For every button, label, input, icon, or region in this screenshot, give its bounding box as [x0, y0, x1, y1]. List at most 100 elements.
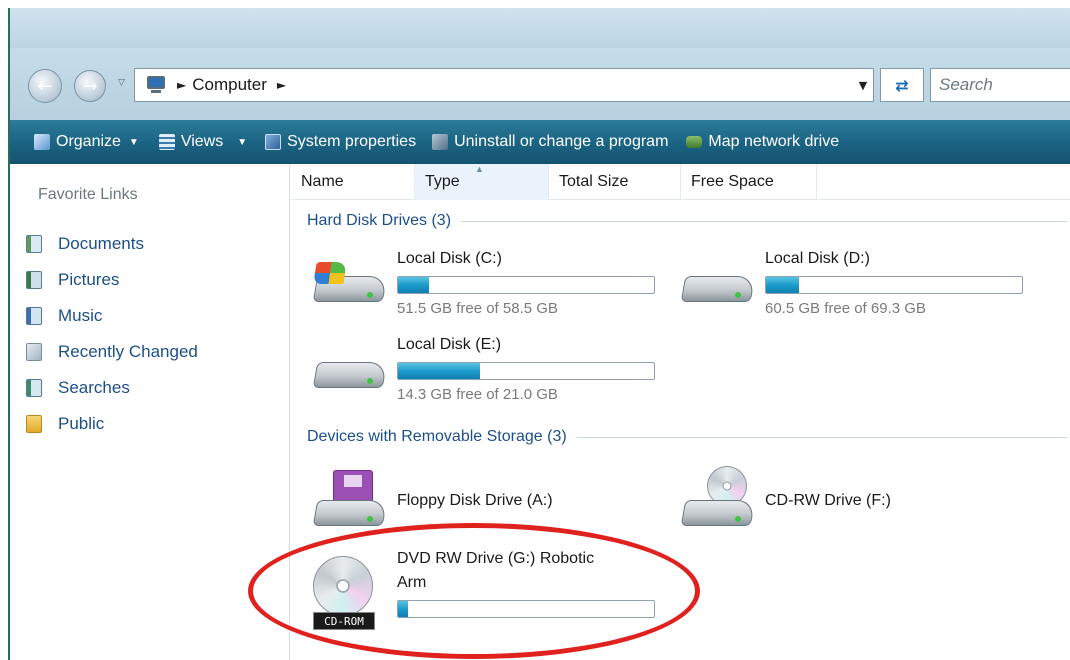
uninstall-program-button[interactable]: Uninstall or change a program [432, 133, 668, 151]
forward-arrow-icon: → [82, 75, 98, 97]
column-header-label: Total Size [559, 173, 629, 190]
drive-label: Floppy Disk Drive (A:) [397, 492, 553, 509]
nav-item-label: Pictures [58, 270, 120, 289]
group-divider [576, 436, 1067, 438]
sort-ascending-icon: ▲ [475, 164, 484, 174]
favorite-links-heading: Favorite Links [38, 186, 138, 203]
cd-drive-icon [677, 466, 756, 530]
nav-item-label: Public [58, 414, 105, 433]
uninstall-program-label: Uninstall or change a program [454, 133, 669, 150]
drive-usage-fill [398, 363, 480, 379]
music-icon [26, 307, 42, 325]
column-header-type[interactable]: ▲ Type [415, 164, 549, 200]
uninstall-program-icon [432, 134, 449, 150]
searches-icon [26, 379, 42, 397]
nav-item-documents[interactable]: Documents [26, 226, 198, 262]
address-dropdown-button[interactable]: ▼ [853, 69, 873, 101]
nav-item-label: Recently Changed [58, 342, 198, 361]
drive-usage-fill [398, 601, 409, 617]
drive-local-disk-c[interactable]: Local Disk (C:) 51.5 GB free of 58.5 GB [309, 250, 669, 320]
organize-button[interactable]: Organize ▼ [34, 133, 139, 151]
address-row: ← → ▽ ► Computer ► ▼ ⇄ Search [10, 48, 1070, 120]
group-header-label: Hard Disk Drives (3) [307, 212, 452, 229]
group-header-hard-disk-drives[interactable]: Hard Disk Drives (3) [307, 212, 1067, 230]
column-header-label: Free Space [691, 173, 774, 190]
drive-usage-bar [397, 362, 655, 380]
file-list-pane: Name ▲ Type Total Size Free Space Hard D… [291, 164, 1070, 660]
drive-free-space: 60.5 GB free of 69.3 GB [765, 300, 926, 317]
system-properties-label: System properties [287, 133, 417, 150]
public-folder-icon [26, 415, 42, 433]
drive-local-disk-d[interactable]: Local Disk (D:) 60.5 GB free of 69.3 GB [677, 250, 1057, 320]
refresh-button[interactable]: ⇄ [880, 68, 924, 102]
window-chrome [10, 8, 1070, 48]
drive-usage-fill [398, 277, 429, 293]
nav-item-recently-changed[interactable]: Recently Changed [26, 334, 198, 370]
pictures-icon [26, 271, 42, 289]
group-divider [461, 220, 1067, 222]
column-header-label: Name [301, 173, 344, 190]
breadcrumb-expand-icon[interactable]: ► [277, 78, 286, 92]
drive-label: Local Disk (C:) [397, 250, 502, 267]
computer-icon [145, 76, 167, 94]
chevron-down-icon: ▼ [237, 136, 248, 148]
drive-floppy-a[interactable]: Floppy Disk Drive (A:) [309, 464, 669, 536]
command-toolbar: Organize ▼ Views ▼ System properties Uni… [10, 120, 1070, 164]
hard-drive-icon [309, 342, 388, 394]
map-network-drive-label: Map network drive [708, 133, 840, 150]
floppy-drive-icon [309, 470, 388, 530]
nav-item-pictures[interactable]: Pictures [26, 262, 198, 298]
map-network-drive-icon [686, 136, 703, 148]
column-header-free-space[interactable]: Free Space [681, 164, 817, 200]
cd-rom-badge: CD-ROM [313, 612, 375, 630]
drive-usage-bar [397, 276, 655, 294]
system-properties-button[interactable]: System properties [265, 133, 416, 151]
explorer-window: ← → ▽ ► Computer ► ▼ ⇄ Search Organize ▼… [8, 8, 1070, 660]
navigation-pane: Favorite Links Documents Pictures Music … [10, 164, 290, 660]
recent-pages-dropdown[interactable]: ▽ [118, 78, 125, 88]
views-button[interactable]: Views ▼ [158, 133, 248, 151]
nav-item-music[interactable]: Music [26, 298, 198, 334]
search-input[interactable]: Search [930, 68, 1070, 102]
column-headers: Name ▲ Type Total Size Free Space [291, 164, 1070, 200]
address-bar[interactable]: ► Computer ► ▼ [134, 68, 874, 102]
map-network-drive-button[interactable]: Map network drive [686, 133, 839, 151]
drive-label: CD-RW Drive (F:) [765, 492, 891, 509]
drive-label: DVD RW Drive (G:) Robotic [397, 550, 595, 567]
drive-free-space: 51.5 GB free of 58.5 GB [397, 300, 558, 317]
nav-item-label: Searches [58, 378, 130, 397]
back-button[interactable]: ← [28, 69, 62, 103]
drive-label-continued: Arm [397, 574, 427, 591]
group-header-removable-storage[interactable]: Devices with Removable Storage (3) [307, 428, 1067, 446]
drive-local-disk-e[interactable]: Local Disk (E:) 14.3 GB free of 21.0 GB [309, 336, 669, 406]
column-header-name[interactable]: Name [291, 164, 415, 200]
views-label: Views [180, 133, 224, 150]
views-icon [158, 134, 175, 150]
nav-item-label: Music [58, 306, 103, 325]
drive-dvd-rw-g[interactable]: CD-ROM DVD RW Drive (G:) Robotic Arm [309, 546, 669, 642]
drive-cd-rw-f[interactable]: CD-RW Drive (F:) [677, 464, 1057, 536]
hard-drive-icon [677, 256, 756, 308]
windows-hard-drive-icon [309, 256, 388, 308]
refresh-icon: ⇄ [895, 75, 909, 95]
breadcrumb-computer[interactable]: Computer [192, 75, 267, 95]
organize-icon [34, 134, 50, 150]
drive-free-space: 14.3 GB free of 21.0 GB [397, 386, 558, 403]
group-header-label: Devices with Removable Storage (3) [307, 428, 567, 445]
nav-item-searches[interactable]: Searches [26, 370, 198, 406]
drive-usage-fill [766, 277, 800, 293]
nav-item-public[interactable]: Public [26, 406, 198, 442]
forward-button[interactable]: → [74, 70, 106, 102]
drive-usage-bar [765, 276, 1023, 294]
column-header-total-size[interactable]: Total Size [549, 164, 681, 200]
breadcrumb-separator-icon[interactable]: ► [177, 78, 186, 92]
recently-changed-icon [26, 343, 42, 361]
column-header-label: Type [425, 173, 460, 190]
drive-usage-bar [397, 600, 655, 618]
nav-item-label: Documents [58, 234, 144, 253]
drive-label: Local Disk (E:) [397, 336, 502, 353]
back-arrow-icon: ← [37, 75, 53, 97]
cd-rom-disc-icon: CD-ROM [309, 546, 379, 632]
system-properties-icon [265, 134, 282, 150]
documents-icon [26, 235, 42, 253]
